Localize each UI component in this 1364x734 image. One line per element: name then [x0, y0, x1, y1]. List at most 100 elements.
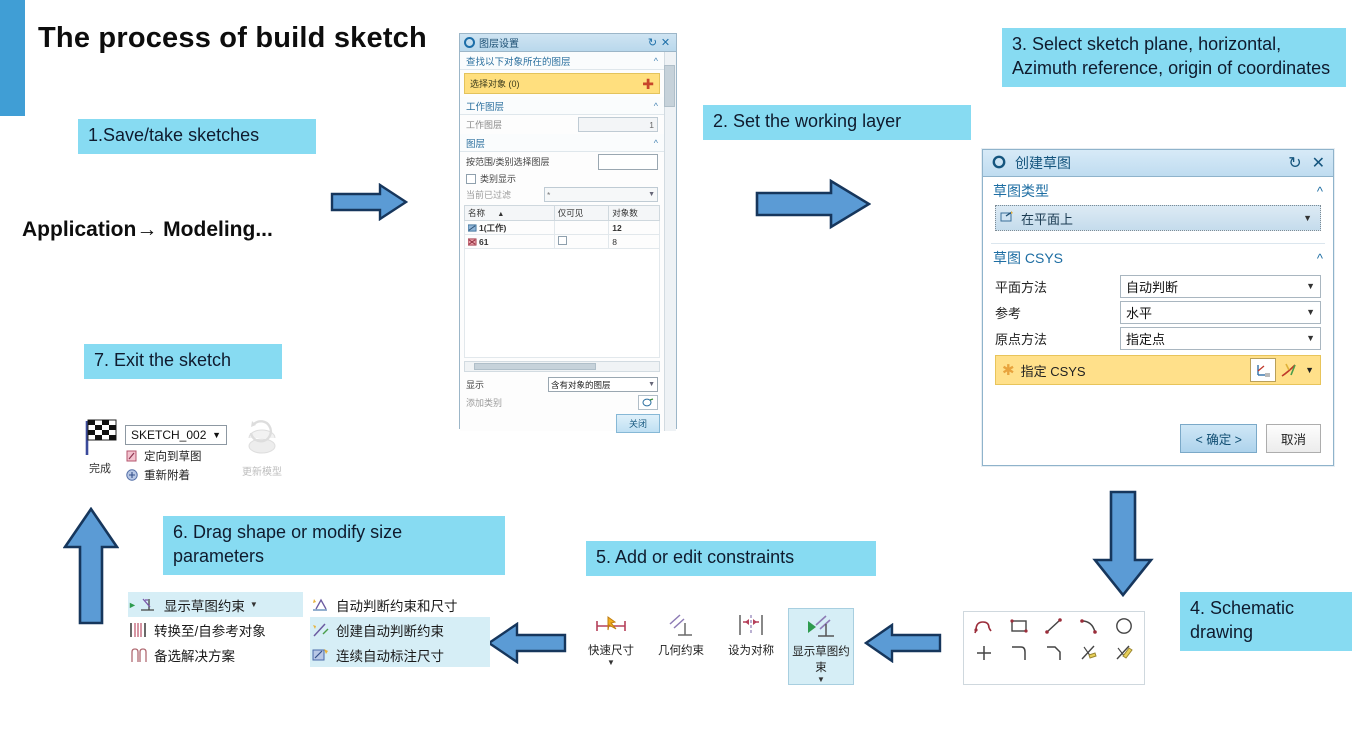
- toolbar-button-2[interactable]: 几何约束: [648, 608, 714, 658]
- layer-table[interactable]: 名称 ▲ 仅可见 对象数 1(工作) 12 61 8: [464, 205, 660, 249]
- close-icon[interactable]: ✕: [1312, 153, 1325, 173]
- create-sketch-dialog[interactable]: 创建草图 ↻ ✕ 草图类型 ^ 在平面上 ▼ 草图 CSYS ^ 平面方法 自动判…: [982, 149, 1334, 466]
- toolbar-button-3[interactable]: 设为对称: [718, 608, 784, 658]
- csys-constructor-icon[interactable]: [1276, 359, 1302, 381]
- constraint-toolbar: 快速尺寸 ▼ 几何约束 设为对称 显示草图约束 ▼: [578, 608, 854, 685]
- cell-visible[interactable]: [553, 220, 610, 235]
- section-work-layer[interactable]: 工作图层 ^: [460, 97, 664, 115]
- display-value: 含有对象的图层: [551, 379, 611, 390]
- sketch-field-dropdown[interactable]: 自动判断 ▼: [1120, 274, 1321, 298]
- point-icon[interactable]: [973, 643, 995, 668]
- section-sketch-type[interactable]: 草图类型 ^: [983, 177, 1333, 205]
- sketch-curve-toolbar: [963, 611, 1145, 685]
- toolbar-button-1[interactable]: 快速尺寸 ▼: [578, 608, 644, 667]
- category-display-row[interactable]: 类别显示: [460, 171, 664, 186]
- command-r1[interactable]: 自动判断约束和尺寸: [310, 592, 490, 617]
- update-model-button[interactable]: 更新模型: [240, 418, 284, 478]
- select-object-field[interactable]: 选择对象 (0) ✚: [464, 73, 660, 94]
- sketch-field-2: 参考 水平 ▼: [983, 300, 1333, 324]
- close-button[interactable]: 关闭: [615, 414, 660, 433]
- command-r3[interactable]: 连续自动标注尺寸: [310, 642, 490, 667]
- extend-icon[interactable]: [1113, 643, 1135, 668]
- callout-step-6: 6. Drag shape or modify size parameters: [163, 516, 505, 575]
- line-icon[interactable]: [1043, 616, 1065, 641]
- sketch-dialog-titlebar[interactable]: 创建草图 ↻ ✕: [983, 150, 1333, 177]
- command-3[interactable]: 备选解决方案: [128, 642, 303, 667]
- table-row[interactable]: 1(工作) 12: [464, 220, 660, 235]
- cell-count: 12: [608, 220, 660, 235]
- command-r2[interactable]: 创建自动判断约束: [310, 617, 490, 642]
- rectangle-icon[interactable]: [1008, 616, 1030, 641]
- layer-settings-dialog[interactable]: 图层设置 ↻ ✕ 查找以下对象所在的图层 ^ 选择对象 (0) ✚ 工作图层 ^: [459, 33, 677, 433]
- scrollbar-thumb[interactable]: [474, 363, 596, 370]
- sketch-dialog-title: 创建草图: [1015, 155, 1071, 171]
- col-name[interactable]: 名称 ▲: [464, 205, 555, 221]
- sketch-field-label: 原点方法: [995, 331, 1048, 347]
- ok-button[interactable]: < 确定 >: [1180, 424, 1257, 453]
- sketch-field-value: 水平: [1126, 305, 1153, 321]
- chevron-up-icon[interactable]: ^: [1317, 251, 1323, 266]
- chevron-down-icon[interactable]: ▼: [607, 658, 615, 667]
- cell-count: 8: [608, 234, 660, 249]
- sketch-field-dropdown[interactable]: 水平 ▼: [1120, 300, 1321, 324]
- sort-asc-icon: ▲: [497, 211, 505, 218]
- arrow-up-1: [63, 507, 119, 625]
- filter-dropdown[interactable]: * ▼: [544, 187, 658, 202]
- reattach-button[interactable]: 重新附着: [125, 467, 227, 483]
- chamfer-icon[interactable]: [1043, 643, 1065, 668]
- scrollbar-thumb[interactable]: [664, 65, 675, 107]
- work-layer-label: 工作图层: [466, 120, 503, 130]
- section-layer-label: 图层: [466, 138, 486, 150]
- csys-dialog-icon[interactable]: [1250, 358, 1277, 382]
- show-sketch-constraints-icon: [804, 612, 838, 642]
- layer-dialog-titlebar[interactable]: 图层设置 ↻ ✕: [460, 34, 676, 52]
- circle-icon[interactable]: [1113, 616, 1135, 641]
- command-2[interactable]: 转换至/自参考对象: [128, 617, 303, 642]
- trim-icon[interactable]: [1078, 643, 1100, 668]
- section-work-layer-label: 工作图层: [466, 101, 505, 113]
- cancel-button[interactable]: 取消: [1265, 424, 1321, 453]
- checkbox-visible-only[interactable]: [557, 236, 567, 245]
- table-row[interactable]: 61 8: [464, 234, 660, 249]
- col-count[interactable]: 对象数: [608, 205, 660, 221]
- cell-visible[interactable]: [553, 234, 610, 249]
- checkbox-category-display[interactable]: [466, 173, 476, 184]
- command-icon: [128, 646, 148, 664]
- add-category-icon[interactable]: [638, 395, 658, 410]
- reset-icon[interactable]: ↻: [1288, 153, 1301, 173]
- section-find-objects[interactable]: 查找以下对象所在的图层 ^: [460, 52, 664, 70]
- fillet-icon[interactable]: [1008, 643, 1030, 668]
- finish-sketch-button[interactable]: 完成: [80, 415, 120, 476]
- sketch-name-dropdown[interactable]: SKETCH_002 ▼: [125, 425, 227, 445]
- section-sketch-csys[interactable]: 草图 CSYS ^: [983, 244, 1333, 272]
- chevron-up-icon[interactable]: ^: [1317, 184, 1323, 199]
- chevron-up-icon[interactable]: ^: [654, 138, 658, 148]
- specify-csys-field[interactable]: ✱ 指定 CSYS ▼: [995, 355, 1321, 385]
- range-select-input[interactable]: [598, 153, 658, 170]
- orient-to-sketch-button[interactable]: 定向到草图: [125, 448, 227, 464]
- layer-table-hscrollbar[interactable]: [464, 361, 660, 372]
- profile-icon[interactable]: [973, 616, 995, 641]
- chevron-down-icon[interactable]: ▼: [817, 675, 825, 684]
- select-target-icon[interactable]: ✚: [642, 77, 654, 91]
- command-label: 备选解决方案: [154, 648, 235, 664]
- command-1[interactable]: ► 显示草图约束 ▼: [128, 592, 303, 617]
- chevron-down-icon[interactable]: ▼: [250, 600, 258, 609]
- sketch-field-dropdown[interactable]: 指定点 ▼: [1120, 326, 1321, 350]
- close-icon[interactable]: ✕: [659, 36, 672, 49]
- constraint-panel-right: 自动判断约束和尺寸 创建自动判断约束 连续自动标注尺寸: [310, 592, 490, 667]
- layer-dialog-scrollbar[interactable]: [664, 52, 676, 431]
- work-layer-input[interactable]: 1: [578, 117, 658, 132]
- quick-dimension-icon: [594, 611, 628, 641]
- chevron-up-icon[interactable]: ^: [654, 56, 658, 66]
- chevron-down-icon[interactable]: ▼: [1305, 365, 1314, 375]
- display-dropdown[interactable]: 含有对象的图层 ▼: [548, 377, 658, 392]
- sketch-type-dropdown[interactable]: 在平面上 ▼: [995, 205, 1321, 231]
- reset-icon[interactable]: ↻: [646, 36, 659, 49]
- sketch-field-value: 自动判断: [1126, 279, 1179, 295]
- arc-icon[interactable]: [1078, 616, 1100, 641]
- toolbar-button-4[interactable]: 显示草图约束 ▼: [788, 608, 854, 685]
- section-layer[interactable]: 图层 ^: [460, 134, 664, 152]
- col-visible[interactable]: 仅可见: [553, 205, 610, 221]
- chevron-up-icon[interactable]: ^: [654, 101, 658, 111]
